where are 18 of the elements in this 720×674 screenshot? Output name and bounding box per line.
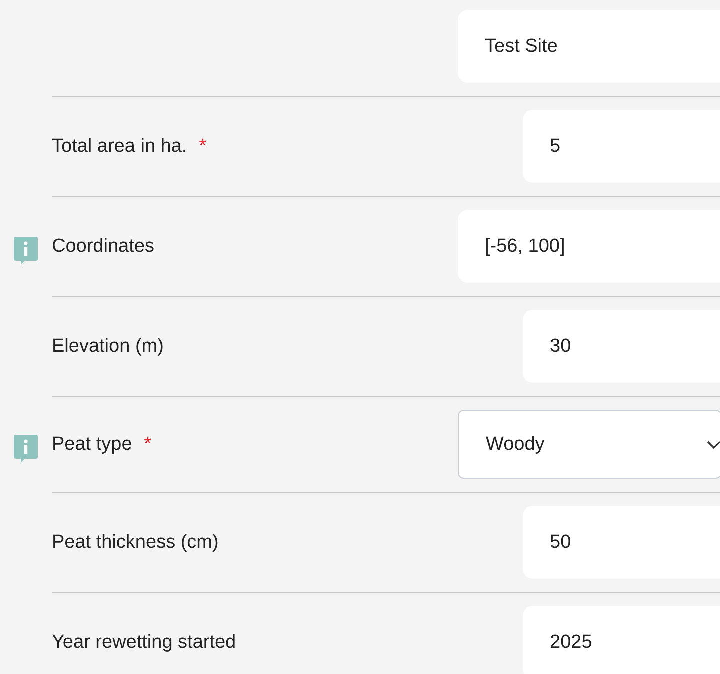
field-label: Elevation (m) xyxy=(52,336,164,358)
input-field[interactable]: 50 xyxy=(523,506,720,579)
input-field[interactable]: [-56, 100] xyxy=(458,210,720,283)
input-field[interactable]: 30 xyxy=(523,310,720,383)
required-mark: * xyxy=(144,434,152,456)
field-label: Year rewetting started xyxy=(52,632,236,654)
input-field[interactable]: 2025 xyxy=(523,606,720,674)
chevron-down-icon xyxy=(707,440,720,448)
field-label: Total area in ha. xyxy=(52,136,188,158)
required-mark: * xyxy=(199,136,207,158)
field-label: Coordinates xyxy=(52,236,154,258)
input-field[interactable]: Test Site xyxy=(458,10,720,83)
info-icon[interactable] xyxy=(14,434,38,462)
info-icon[interactable] xyxy=(14,236,38,264)
input-field[interactable]: 5 xyxy=(523,110,720,183)
peat-type-dropdown[interactable]: Woody xyxy=(458,410,720,479)
field-label: Peat thickness (cm) xyxy=(52,532,219,554)
field-label: Peat type xyxy=(52,434,132,456)
